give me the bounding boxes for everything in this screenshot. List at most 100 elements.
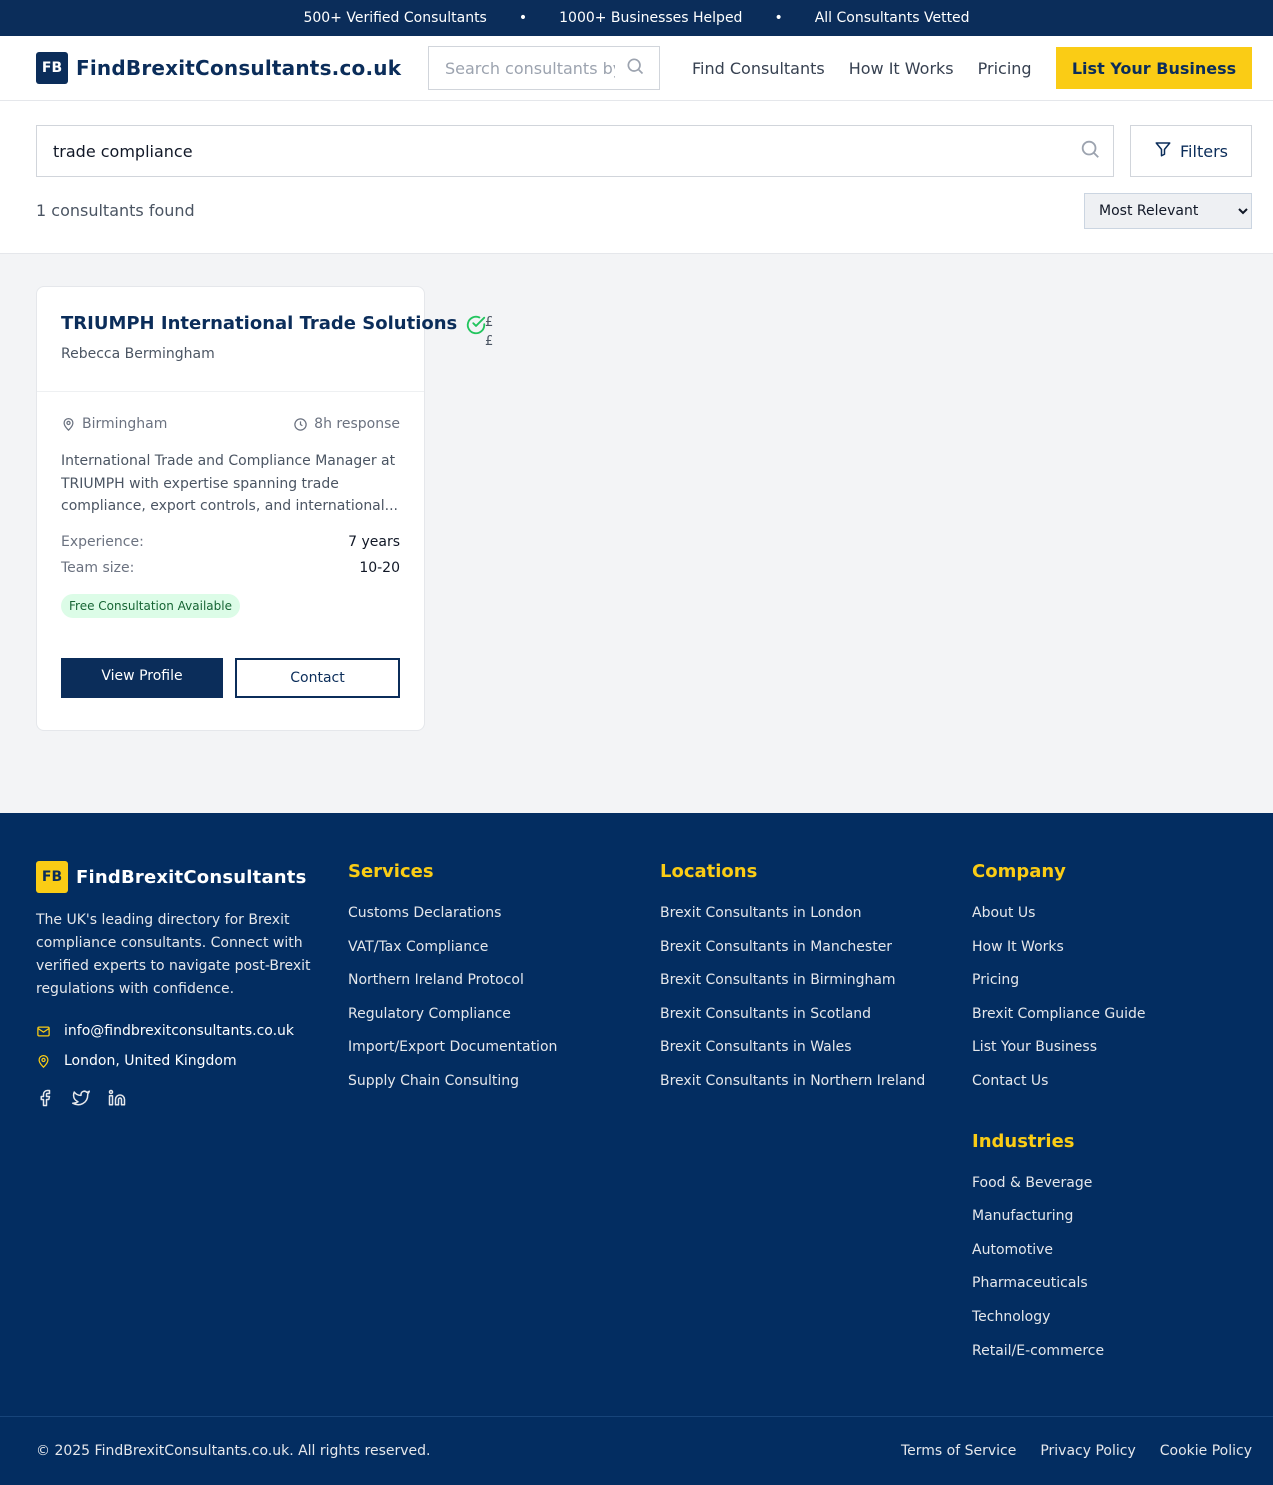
footer-industry-link[interactable]: Manufacturing (972, 1208, 1146, 1226)
footer-industries-title: Industries (972, 1130, 1075, 1152)
nav-pricing[interactable]: Pricing (978, 59, 1032, 78)
footer-logo-badge: FB (36, 861, 68, 893)
legal-links: Terms of Service Privacy Policy Cookie P… (877, 1443, 1252, 1459)
facebook-icon[interactable] (36, 1089, 54, 1107)
footer-industry-link[interactable]: Pharmaceuticals (972, 1275, 1146, 1293)
header-search-input[interactable] (445, 58, 615, 78)
social-links (36, 1089, 320, 1107)
twitter-icon[interactable] (72, 1089, 90, 1107)
site-logo[interactable]: FB FindBrexitConsultants.co.uk (36, 52, 401, 84)
footer-logo-text: FindBrexitConsultants (76, 866, 307, 888)
search-icon[interactable] (625, 56, 645, 80)
map-pin-icon (36, 1054, 64, 1069)
consultant-description: International Trade and Compliance Manag… (61, 453, 399, 514)
footer-service-link[interactable]: Supply Chain Consulting (348, 1073, 557, 1091)
free-consultation-badge: Free Consultation Available (61, 594, 240, 618)
footer-logo[interactable]: FB FindBrexitConsultants (36, 861, 320, 893)
location: Birmingham (61, 416, 167, 432)
mail-icon (36, 1024, 64, 1039)
footer-about: The UK's leading directory for Brexit co… (36, 912, 311, 997)
footer-locations: Locations Brexit Consultants in London B… (660, 861, 925, 1107)
terms-link[interactable]: Terms of Service (901, 1443, 1016, 1459)
footer-locations-title: Locations (660, 861, 758, 882)
site-footer: FB FindBrexitConsultants The UK's leadin… (0, 813, 1273, 1485)
consultant-name[interactable]: TRIUMPH International Trade Solutions (61, 313, 457, 334)
results-count: 1 consultants found (36, 201, 195, 220)
footer-services: Services Customs Declarations VAT/Tax Co… (348, 861, 557, 1107)
footer-company-link[interactable]: About Us (972, 905, 1146, 923)
response-label: 8h response (314, 416, 400, 432)
footer-location-link[interactable]: Brexit Consultants in Manchester (660, 939, 925, 957)
footer-industry-link[interactable]: Automotive (972, 1242, 1146, 1260)
footer-company: Company About Us How It Works Pricing Br… (972, 861, 1146, 1376)
search-icon[interactable] (1079, 138, 1101, 164)
site-header: FB FindBrexitConsultants.co.uk Find Cons… (0, 36, 1273, 101)
banner-separator: • (518, 10, 528, 26)
footer-address-row: London, United Kingdom (36, 1053, 320, 1069)
footer-industry-link[interactable]: Technology (972, 1309, 1146, 1327)
footer-location-link[interactable]: Brexit Consultants in Scotland (660, 1006, 925, 1024)
footer-industry-link[interactable]: Retail/E-commerce (972, 1343, 1146, 1361)
footer-location-link[interactable]: Brexit Consultants in Wales (660, 1039, 925, 1057)
price-indicator: ££ (485, 315, 494, 349)
footer-service-link[interactable]: VAT/Tax Compliance (348, 939, 557, 957)
logo-badge: FB (36, 52, 68, 84)
sort-select[interactable]: Most Relevant (1084, 193, 1252, 229)
footer-industries: Industries Food & Beverage Manufacturing… (972, 1131, 1146, 1361)
linkedin-icon[interactable] (108, 1089, 126, 1107)
nav-how-it-works[interactable]: How It Works (849, 59, 954, 78)
copyright: © 2025 FindBrexitConsultants.co.uk. All … (36, 1443, 431, 1459)
banner-item: All Consultants Vetted (814, 10, 970, 26)
header-search (428, 46, 660, 90)
footer-location-link[interactable]: Brexit Consultants in Birmingham (660, 972, 925, 990)
filters-label: Filters (1180, 141, 1228, 161)
footer-service-link[interactable]: Northern Ireland Protocol (348, 972, 557, 990)
footer-email[interactable]: info@findbrexitconsultants.co.uk (64, 1023, 294, 1039)
team-size-value: 10-20 (359, 560, 400, 576)
response-time: 8h response (293, 416, 400, 432)
footer-services-title: Services (348, 861, 434, 882)
experience-label: Experience: (61, 534, 144, 550)
consultant-person: Rebecca Bermingham (61, 346, 215, 362)
footer-company-link[interactable]: Pricing (972, 972, 1146, 990)
footer-locations-list: Brexit Consultants in London Brexit Cons… (660, 905, 925, 1091)
top-banner: 500+ Verified Consultants • 1000+ Busine… (0, 0, 1273, 36)
footer-company-link[interactable]: Contact Us (972, 1073, 1146, 1091)
search-section: Filters 1 consultants found Most Relevan… (0, 101, 1273, 254)
footer-industry-link[interactable]: Food & Beverage (972, 1175, 1146, 1193)
card-actions: View Profile Contact (61, 658, 400, 698)
view-profile-button[interactable]: View Profile (61, 658, 223, 698)
footer-company-link[interactable]: How It Works (972, 939, 1146, 957)
footer-brand: FB FindBrexitConsultants The UK's leadin… (36, 861, 320, 1107)
location-label: Birmingham (82, 416, 168, 432)
contact-button[interactable]: Contact (235, 658, 400, 698)
footer-company-link[interactable]: Brexit Compliance Guide (972, 1006, 1146, 1024)
list-your-business-button[interactable]: List Your Business (1056, 47, 1252, 89)
consultant-card: TRIUMPH International Trade Solutions ££… (36, 286, 493, 731)
cookie-link[interactable]: Cookie Policy (1160, 1443, 1252, 1459)
footer-contact: info@findbrexitconsultants.co.uk London,… (36, 1023, 320, 1069)
footer-email-row: info@findbrexitconsultants.co.uk (36, 1023, 320, 1039)
card-body: Birmingham 8h response International Tra… (37, 392, 424, 698)
card-header: TRIUMPH International Trade Solutions ££… (37, 287, 493, 392)
footer-address: London, United Kingdom (64, 1053, 237, 1069)
footer-service-link[interactable]: Import/Export Documentation (348, 1039, 557, 1057)
footer-service-link[interactable]: Customs Declarations (348, 905, 557, 923)
privacy-link[interactable]: Privacy Policy (1040, 1443, 1135, 1459)
footer-location-link[interactable]: Brexit Consultants in Northern Ireland (660, 1073, 925, 1091)
banner-item: 500+ Verified Consultants (303, 10, 487, 26)
logo-text: FindBrexitConsultants.co.uk (76, 56, 402, 80)
team-size-label: Team size: (61, 560, 135, 576)
filters-button[interactable]: Filters (1130, 125, 1252, 177)
footer-service-link[interactable]: Regulatory Compliance (348, 1006, 557, 1024)
footer-bottom: © 2025 FindBrexitConsultants.co.uk. All … (0, 1416, 1273, 1485)
main-search-input[interactable] (53, 141, 1079, 161)
nav-find-consultants[interactable]: Find Consultants (692, 59, 825, 78)
card-meta: Birmingham 8h response (61, 416, 400, 432)
footer-company-title: Company (972, 861, 1066, 882)
footer-company-link[interactable]: List Your Business (972, 1039, 1146, 1057)
team-size-row: Team size: 10-20 (61, 560, 400, 576)
footer-location-link[interactable]: Brexit Consultants in London (660, 905, 925, 923)
main-search (36, 125, 1114, 177)
filter-icon (1154, 140, 1172, 162)
